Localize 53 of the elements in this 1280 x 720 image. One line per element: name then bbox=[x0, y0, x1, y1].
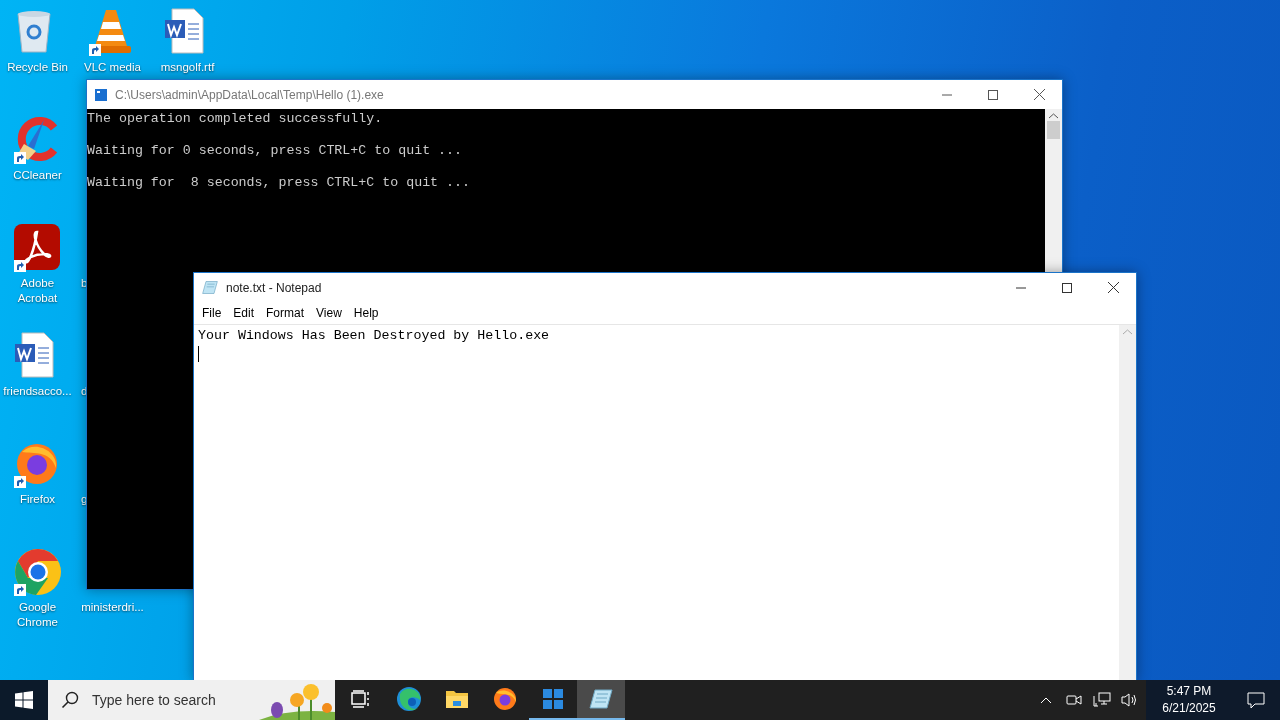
window-title: C:\Users\admin\AppData\Local\Temp\Hello (1).exe bbox=[115, 87, 385, 102]
menu-item[interactable]: File bbox=[196, 306, 228, 320]
maximize-icon bbox=[988, 89, 998, 100]
pdf-app-icon bbox=[13, 224, 60, 270]
notepad-icon bbox=[589, 688, 613, 710]
desktop-icon-label[interactable]: VLC media bbox=[84, 60, 141, 75]
menu-item[interactable]: Edit bbox=[227, 306, 261, 320]
desktop-icon-label[interactable]: CCleaner bbox=[13, 168, 62, 183]
camera-icon bbox=[1066, 693, 1082, 707]
document-icon bbox=[13, 332, 54, 378]
desktop-icon-label[interactable]: Firefox bbox=[19, 492, 56, 507]
scroll-thumb[interactable] bbox=[1047, 121, 1060, 139]
close-icon bbox=[1033, 89, 1045, 100]
console-output-line: Waiting for 0 seconds, press CTRL+C to quit ... bbox=[87, 143, 464, 159]
volume-icon bbox=[1121, 692, 1139, 708]
console-app-icon bbox=[95, 88, 107, 101]
notifications-button[interactable] bbox=[1232, 680, 1280, 720]
windows-logo-icon bbox=[15, 691, 33, 709]
menu-item[interactable]: View bbox=[310, 306, 348, 320]
search-field[interactable]: Type here to search bbox=[90, 691, 264, 709]
desktop-icon-label[interactable]: msngolf.rtf bbox=[160, 60, 215, 75]
text-cursor bbox=[198, 346, 199, 362]
console-output-line: The operation completed successfully. bbox=[87, 111, 384, 127]
close-icon bbox=[1107, 282, 1119, 293]
notifications-icon bbox=[1247, 691, 1265, 709]
fox-globe-icon bbox=[493, 687, 517, 711]
desktop-icon-label[interactable]: ministerdri... bbox=[81, 600, 144, 615]
tiles-icon bbox=[542, 688, 564, 710]
maximize-icon bbox=[1062, 282, 1072, 293]
notepad-icon bbox=[202, 280, 218, 295]
console-output-line: Waiting for 8 seconds, press CTRL+C to quit ... bbox=[87, 175, 471, 191]
menu-item[interactable]: Format bbox=[260, 306, 311, 320]
chevron-up-icon bbox=[1040, 696, 1052, 704]
menu-item[interactable]: Help bbox=[347, 306, 385, 320]
window-title: note.txt - Notepad bbox=[226, 280, 323, 295]
folder-icon bbox=[445, 689, 469, 709]
scrollbar[interactable] bbox=[1119, 325, 1136, 680]
task-view-icon bbox=[351, 690, 371, 708]
scroll-up-icon[interactable] bbox=[1049, 113, 1058, 119]
network-icon bbox=[1093, 692, 1111, 708]
edge-browser-icon bbox=[396, 686, 422, 712]
note-text: Your Windows Has Been Destroyed by Hello.exe bbox=[198, 327, 551, 344]
desktop-icon-label[interactable]: Google Chrome bbox=[0, 600, 75, 630]
clock[interactable]: 5:47 PM 6/21/2025 bbox=[1146, 680, 1232, 720]
desktop-icon-label[interactable]: Recycle Bin bbox=[7, 60, 68, 75]
desktop-icon-label[interactable]: friendsacco... bbox=[3, 384, 72, 399]
chrome-circle-icon bbox=[13, 548, 62, 596]
desktop-icon-label[interactable]: Adobe Acrobat bbox=[0, 276, 75, 306]
search-box[interactable]: Type here to search bbox=[48, 680, 335, 720]
search-icon bbox=[61, 691, 79, 709]
start-button[interactable] bbox=[0, 680, 48, 720]
taskbar-app-button[interactable] bbox=[577, 680, 625, 720]
document-icon bbox=[163, 8, 204, 54]
